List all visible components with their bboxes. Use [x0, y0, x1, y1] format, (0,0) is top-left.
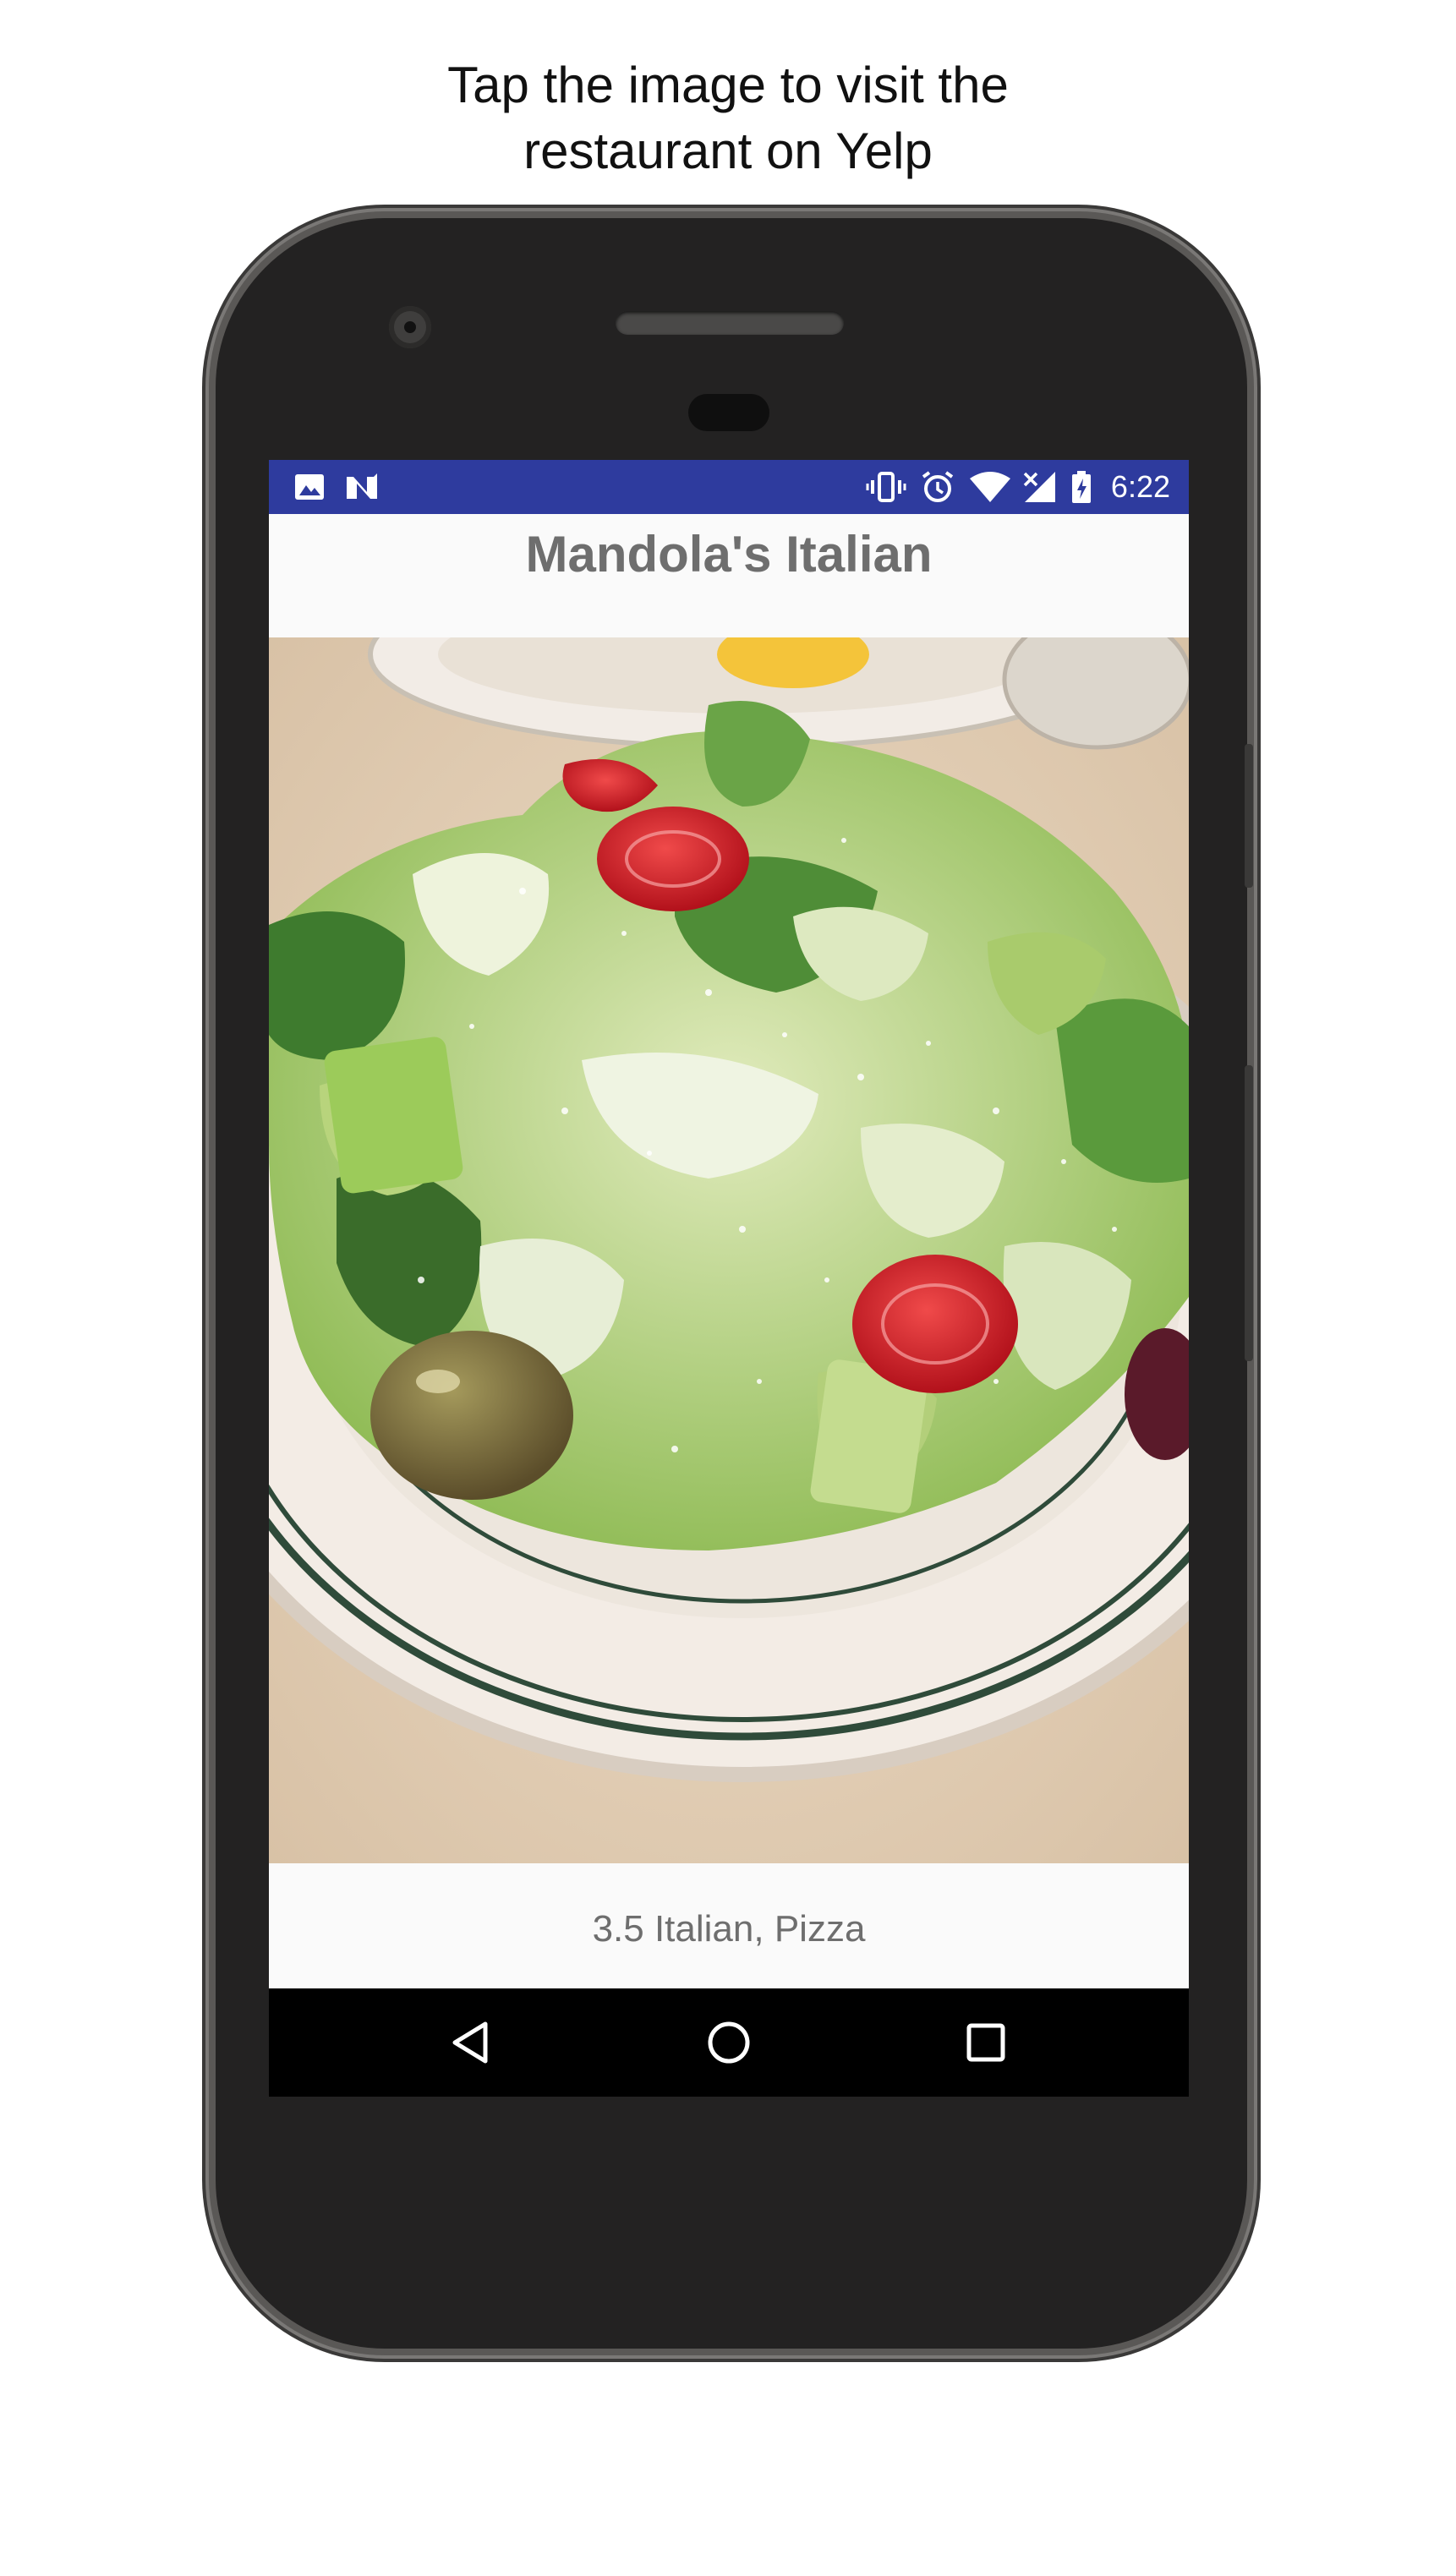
restaurant-photo[interactable] [269, 637, 1189, 1863]
cellular-signal-icon [1023, 472, 1055, 502]
n-notification-icon [347, 473, 377, 499]
phone-screen: 6:22 Mandola's Italian 3.5 Italian, Pizz… [269, 460, 1189, 2097]
status-time: 6:22 [1110, 469, 1170, 504]
vibrate-icon [866, 472, 906, 502]
earpiece-speaker [616, 311, 844, 335]
status-bar: 6:22 [269, 460, 1189, 514]
image-icon [295, 474, 324, 500]
restaurant-name: Mandola's Italian [525, 526, 933, 582]
proximity-sensor [688, 394, 769, 431]
wifi-icon [970, 472, 1010, 502]
navigation-bar [269, 1988, 1189, 2097]
alarm-icon [922, 471, 954, 502]
battery-charging-icon [1072, 471, 1091, 503]
caption-line-1: Tap the image to visit the [447, 57, 1009, 113]
home-icon[interactable] [698, 2012, 759, 2073]
rating-and-categories: 3.5 Italian, Pizza [592, 1908, 866, 1950]
front-camera [389, 306, 431, 348]
power-button [1245, 744, 1253, 888]
instruction-caption: Tap the image to visit the restaurant on… [0, 52, 1456, 184]
volume-button [1245, 1065, 1253, 1361]
back-icon[interactable] [441, 2012, 502, 2073]
recents-icon[interactable] [955, 2012, 1016, 2073]
caption-line-2: restaurant on Yelp [523, 123, 933, 179]
